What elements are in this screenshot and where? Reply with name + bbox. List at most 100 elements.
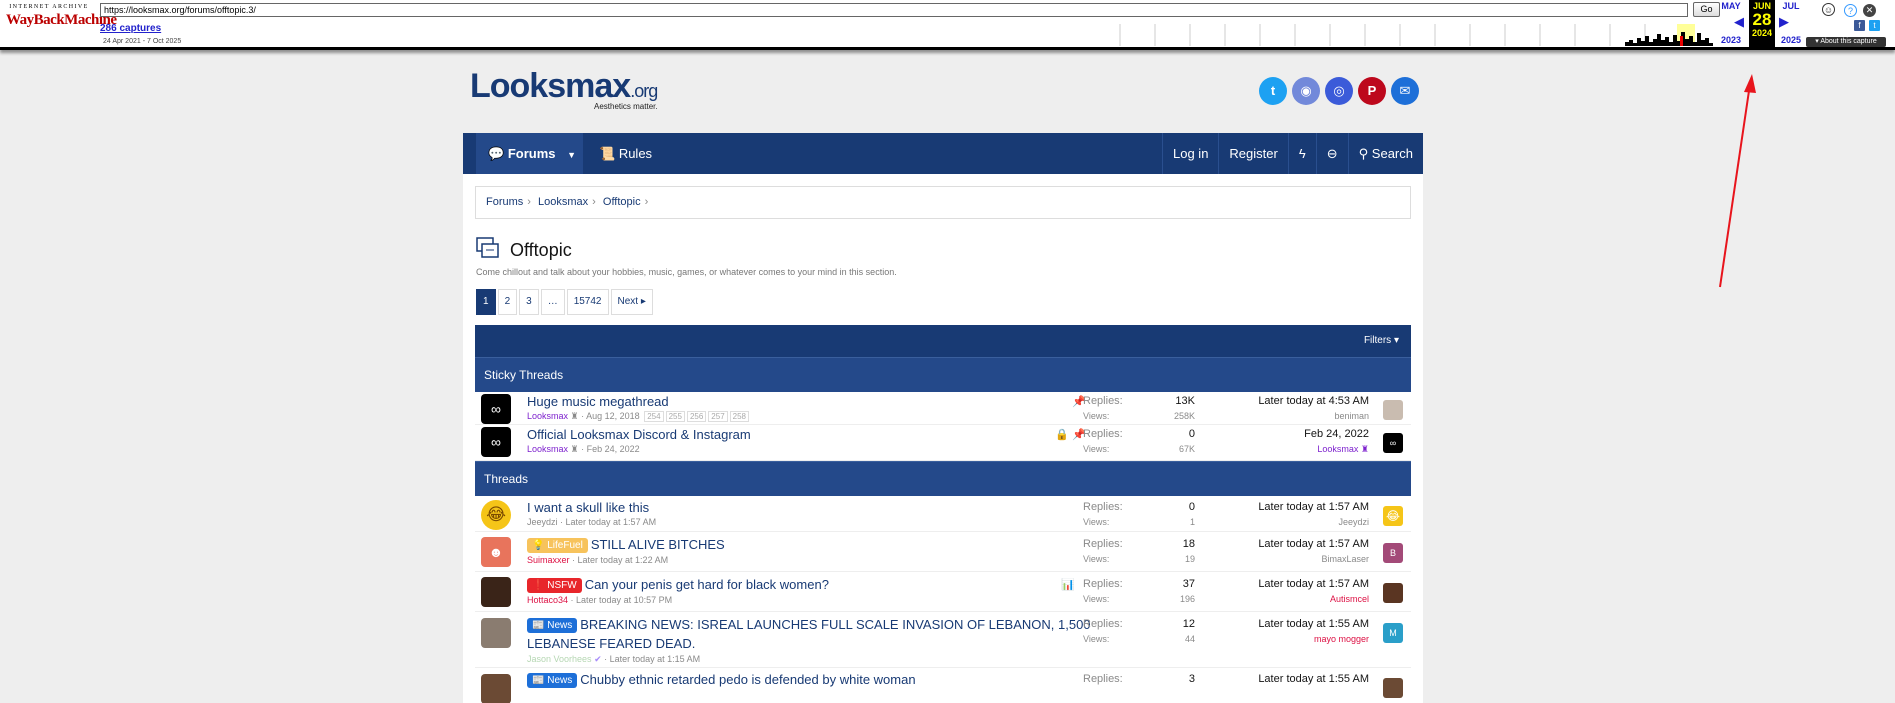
thread-row[interactable]: ∞ Official Looksmax Discord & Instagram … bbox=[475, 425, 1411, 461]
next-page-button[interactable]: Next ▸ bbox=[610, 289, 653, 315]
user-icon[interactable]: ☺ bbox=[1822, 3, 1835, 16]
thread-page-link[interactable]: 256 bbox=[686, 411, 707, 422]
page-2-button[interactable]: 2 bbox=[497, 289, 518, 315]
chevron-down-icon[interactable]: ▼ bbox=[567, 150, 576, 160]
thread-row[interactable]: ❗ NSFW Can your penis get hard for black … bbox=[475, 572, 1411, 612]
thread-meta: Jason Voorhees ✔ · Later today at 1:15 A… bbox=[527, 654, 701, 664]
help-icon[interactable]: ? bbox=[1844, 4, 1857, 17]
last-poster-avatar[interactable]: B bbox=[1383, 543, 1403, 563]
page-last-button[interactable]: 15742 bbox=[566, 289, 609, 315]
last-poster-avatar[interactable]: M bbox=[1383, 623, 1403, 643]
breadcrumb-item-forums[interactable]: Forums bbox=[486, 196, 523, 208]
last-poster-avatar[interactable]: ∞ bbox=[1383, 433, 1403, 453]
thread-row[interactable]: 📰 News Chubby ethnic retarded pedo is def… bbox=[475, 668, 1411, 703]
twitter-icon[interactable]: t bbox=[1259, 77, 1287, 105]
thread-title[interactable]: Can your penis get hard for black women? bbox=[585, 577, 829, 592]
thread-title[interactable]: Official Looksmax Discord & Instagram bbox=[527, 427, 751, 442]
page-1-button[interactable]: 1 bbox=[476, 289, 496, 315]
wayback-logo[interactable]: INTERNET ARCHIVE WayBackMachine bbox=[6, 4, 117, 40]
last-poster-avatar[interactable] bbox=[1383, 678, 1403, 698]
wayback-captures-link[interactable]: 286 captures bbox=[100, 23, 161, 34]
last-post-date[interactable]: Later today at 1:55 AM bbox=[1258, 618, 1369, 630]
nav-forums-tab[interactable]: 💬 Forums ▼ bbox=[476, 133, 583, 174]
thread-row[interactable]: 📰 News BREAKING NEWS: ISREAL LAUNCHES FUL… bbox=[475, 612, 1411, 668]
last-post-date[interactable]: Later today at 4:53 AM bbox=[1258, 395, 1369, 407]
wayback-about-button[interactable]: ▾ About this capture bbox=[1806, 37, 1886, 47]
toggle-theme-icon[interactable]: ⊖ bbox=[1315, 133, 1348, 174]
wayback-next-month[interactable]: JUL bbox=[1776, 1, 1806, 11]
nav-rules-tab[interactable]: 📜 Rules bbox=[591, 133, 661, 174]
thread-author[interactable]: Looksmax bbox=[527, 411, 568, 421]
register-button[interactable]: Register bbox=[1218, 133, 1287, 174]
news-prefix[interactable]: 📰 News bbox=[527, 673, 578, 688]
last-post-date[interactable]: Feb 24, 2022 bbox=[1304, 428, 1369, 440]
news-prefix[interactable]: 📰 News bbox=[527, 618, 578, 633]
wayback-next-year[interactable]: 2025 bbox=[1776, 35, 1806, 45]
wayback-prev-year[interactable]: 2023 bbox=[1716, 35, 1746, 45]
thread-title[interactable]: BREAKING NEWS: ISREAL LAUNCHES FULL SCAL… bbox=[580, 617, 1090, 632]
thread-page-link[interactable]: 257 bbox=[708, 411, 728, 422]
thread-row[interactable]: ☻ 💡 LifeFuel STILL ALIVE BITCHES Suimaxxe… bbox=[475, 532, 1411, 572]
whats-new-icon[interactable]: ϟ bbox=[1287, 133, 1316, 174]
thread-author[interactable]: Hottaco34 bbox=[527, 595, 568, 605]
thread-page-link[interactable]: 255 bbox=[665, 411, 685, 422]
thread-row[interactable]: ∞ Huge music megathread Looksmax ♜ · Aug… bbox=[475, 392, 1411, 425]
thread-title-continued[interactable]: LEBANESE FEARED DEAD. bbox=[527, 636, 695, 651]
filters-button[interactable]: Filters ▾ bbox=[1364, 325, 1399, 357]
thread-author[interactable]: Jason Voorhees bbox=[527, 654, 592, 664]
thread-author[interactable]: Jeeydzi bbox=[527, 517, 558, 527]
wayback-url-input[interactable]: https://looksmax.org/forums/offtopic.3/ bbox=[100, 3, 1688, 17]
thread-page-link[interactable]: 254 bbox=[644, 411, 664, 422]
last-post-user[interactable]: beniman bbox=[1334, 411, 1369, 421]
page-ellipsis-button[interactable]: … bbox=[540, 289, 565, 315]
thread-title[interactable]: Huge music megathread bbox=[527, 394, 669, 409]
pinterest-icon[interactable]: P bbox=[1358, 77, 1386, 105]
last-post-date[interactable]: Later today at 1:57 AM bbox=[1258, 538, 1369, 550]
last-post-user[interactable]: mayo mogger bbox=[1314, 634, 1369, 644]
wayback-next-arrow-icon[interactable]: ▶ bbox=[1779, 14, 1789, 30]
page-3-button[interactable]: 3 bbox=[519, 289, 539, 315]
thread-page-link[interactable]: 258 bbox=[729, 411, 750, 422]
breadcrumb-item-looksmax[interactable]: Looksmax bbox=[538, 196, 588, 208]
avatar[interactable]: ∞ bbox=[481, 394, 511, 424]
avatar[interactable] bbox=[481, 577, 511, 607]
thread-author[interactable]: Looksmax bbox=[527, 444, 568, 454]
facebook-icon[interactable]: f bbox=[1854, 20, 1865, 31]
thread-author[interactable]: Suimaxxer bbox=[527, 555, 570, 565]
avatar[interactable] bbox=[481, 618, 511, 648]
discord-icon[interactable]: ◉ bbox=[1292, 77, 1320, 105]
last-post-user[interactable]: Looksmax ♜ bbox=[1317, 444, 1369, 455]
site-logo[interactable]: Looksmax.org Aesthetics matter. bbox=[470, 69, 658, 111]
last-post-date[interactable]: Later today at 1:57 AM bbox=[1258, 501, 1369, 513]
last-post-user[interactable]: Jeeydzi bbox=[1338, 517, 1369, 527]
login-button[interactable]: Log in bbox=[1162, 133, 1218, 174]
avatar[interactable] bbox=[481, 674, 511, 703]
avatar[interactable]: ∞ bbox=[481, 427, 511, 457]
search-button[interactable]: ⚲ Search bbox=[1347, 133, 1423, 174]
thread-title[interactable]: Chubby ethnic retarded pedo is defended … bbox=[580, 672, 915, 687]
avatar[interactable]: 😂 bbox=[481, 500, 511, 530]
last-poster-avatar[interactable] bbox=[1383, 400, 1403, 420]
last-post-date[interactable]: Later today at 1:55 AM bbox=[1258, 673, 1369, 685]
instagram-icon[interactable]: ◎ bbox=[1325, 77, 1353, 105]
last-poster-avatar[interactable]: 😂 bbox=[1383, 506, 1403, 526]
views-count: 44 bbox=[1184, 634, 1195, 644]
thread-title[interactable]: STILL ALIVE BITCHES bbox=[591, 537, 725, 552]
avatar[interactable]: ☻ bbox=[481, 537, 511, 567]
mail-icon[interactable]: ✉ bbox=[1391, 77, 1419, 105]
nsfw-prefix[interactable]: ❗ NSFW bbox=[527, 578, 582, 593]
thread-row[interactable]: 😂 I want a skull like this Jeeydzi · Lat… bbox=[475, 496, 1411, 532]
last-post-user[interactable]: BimaxLaser bbox=[1321, 554, 1369, 564]
last-post-user[interactable]: Autismcel bbox=[1330, 594, 1369, 604]
last-poster-avatar[interactable] bbox=[1383, 583, 1403, 603]
wayback-prev-arrow-icon[interactable]: ◀ bbox=[1734, 14, 1744, 30]
twitter-share-icon[interactable]: t bbox=[1869, 20, 1880, 31]
nav-forums-label: Forums bbox=[507, 146, 556, 161]
lifefuel-prefix[interactable]: 💡 LifeFuel bbox=[527, 538, 588, 553]
wayback-sparkline[interactable] bbox=[1115, 22, 1715, 46]
close-icon[interactable]: ✕ bbox=[1863, 4, 1876, 17]
wayback-prev-month[interactable]: MAY bbox=[1716, 1, 1746, 11]
last-post-date[interactable]: Later today at 1:57 AM bbox=[1258, 578, 1369, 590]
thread-title[interactable]: I want a skull like this bbox=[527, 500, 649, 515]
breadcrumb-item-offtopic[interactable]: Offtopic bbox=[603, 196, 641, 208]
